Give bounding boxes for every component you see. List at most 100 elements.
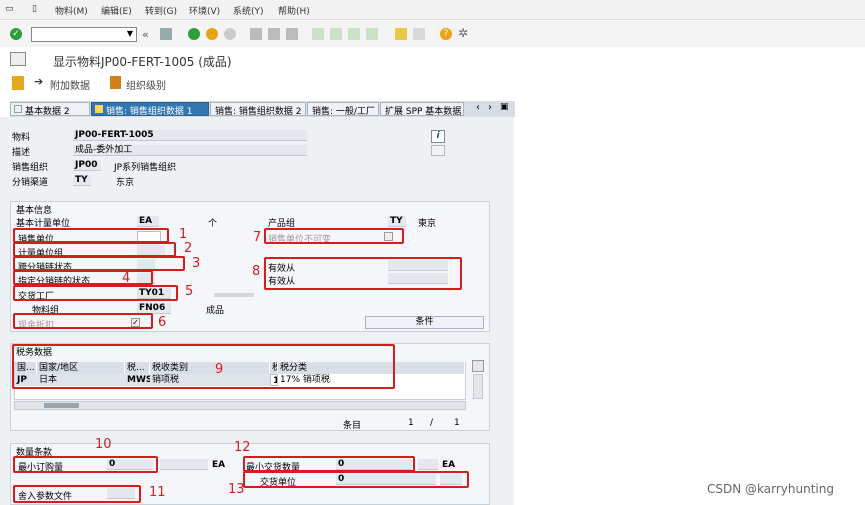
product-div-text: 東京 [418,219,437,229]
display-change-icon[interactable] [12,76,24,90]
annotation-box-11 [13,485,141,503]
gear-icon[interactable]: ✲ [458,27,470,40]
find-next-icon[interactable] [286,28,298,40]
annotation-num-7: 7 [253,230,262,245]
material-label: 物料 [12,133,31,143]
annotation-num-3: 3 [192,256,201,271]
menu-edit[interactable]: 编辑(E) [101,4,132,17]
standard-toolbar: ✓ ▼ « ? ✲ [0,21,865,47]
dist-channel-text: 东京 [116,178,135,188]
product-div-field[interactable]: TY [388,216,406,227]
menu-doc-icon[interactable]: ▯ [32,4,37,14]
org-levels-button[interactable]: 组织级别 [126,77,166,92]
entry-total: 1 [454,418,460,428]
min-order-unit-box [160,459,208,470]
dist-channel-label: 分销渠道 [12,178,49,188]
annotation-box-10 [13,456,158,473]
info-icon[interactable]: i [431,130,445,143]
tab-scroll-right-icon[interactable]: › [488,102,492,113]
last-page-icon[interactable] [366,28,378,40]
org-levels-icon [110,76,121,89]
min-delivery-unit: EA [442,460,456,470]
tab-status-icon [14,105,22,113]
sales-org-field[interactable]: JP00 [73,160,101,171]
material-field[interactable]: JP00-FERT-1005 [73,130,307,141]
exit-icon[interactable] [206,28,218,40]
annotation-num-10: 10 [95,437,112,452]
binoculars-icon[interactable] [431,145,445,156]
tab-basic-data-2[interactable]: 基本数据 2 [10,102,90,116]
annotation-box-4 [13,270,153,285]
watermark: CSDN @karryhunting [707,482,834,496]
dist-channel-field[interactable]: TY [73,175,91,186]
annotation-box-1 [13,228,169,243]
description-field[interactable]: 成品-委外加工 [73,145,307,156]
annotation-num-4: 4 [122,271,131,286]
tab-sales-general-plant[interactable]: 销售: 一般/工厂 [307,102,379,116]
entry-label: 条目 [343,421,362,431]
cancel-icon[interactable] [224,28,236,40]
screen-icon[interactable] [10,52,26,66]
annotation-box-5 [13,285,178,301]
help-icon[interactable]: ? [440,28,452,40]
find-icon[interactable] [268,28,280,40]
annotation-num-13: 13 [228,482,245,497]
annotation-box-7 [264,228,404,244]
entry-current: 1 [408,418,414,428]
command-field[interactable]: ▼ [31,27,137,42]
annotation-num-5: 5 [185,284,194,299]
title-bar: 显示物料JP00-FERT-1005 (成品) [0,47,865,72]
basic-info-title: 基本信息 [16,206,53,216]
extra-data-button[interactable]: 附加数据 [50,77,90,92]
annotation-num-9: 9 [215,362,224,377]
base-uom-text: 个 [208,219,218,229]
sales-org-label: 销售组织 [12,163,49,173]
chevron-down-icon[interactable]: ▼ [127,29,133,38]
prev-page-icon[interactable] [330,28,342,40]
tab-list-icon[interactable]: ▣ [500,102,509,112]
menu-help[interactable]: 帮助(H) [278,4,310,17]
annotation-box-3 [13,256,185,271]
tax-scroll-thumb[interactable] [44,403,79,408]
annotation-box-12 [243,456,415,472]
tax-vertical-scrollbar[interactable] [473,374,483,399]
collapse-icon[interactable]: « [142,28,154,41]
tab-status-icon [95,105,103,113]
enter-icon[interactable]: ✓ [10,28,22,40]
print-icon[interactable] [250,28,262,40]
menu-icon[interactable]: ▭ [5,4,14,14]
sap-window: ▭ ▯ 物料(M) 编辑(E) 转到(G) 环境(V) 系统(Y) 帮助(H) … [0,0,865,505]
table-settings-icon[interactable] [472,360,484,372]
first-page-icon[interactable] [312,28,324,40]
tab-strip: 基本数据 2 销售: 销售组织数据 1 销售: 销售组织数据 2 销售: 一般/… [10,101,515,117]
menu-environment[interactable]: 环境(V) [189,4,220,17]
annotation-num-12: 12 [234,440,251,455]
shortcut-icon[interactable] [413,28,425,40]
back-icon[interactable] [188,28,200,40]
menu-goto[interactable]: 转到(G) [145,4,177,17]
description-label: 描述 [12,148,31,158]
tab-scroll-left-icon[interactable]: ‹ [476,102,480,113]
annotation-box-8 [264,257,462,290]
min-order-unit: EA [212,460,226,470]
min-delivery-unit-box [418,459,438,470]
tab-sales-org-2[interactable]: 销售: 销售组织数据 2 [210,102,306,116]
annotation-num-2: 2 [184,241,193,256]
tab-sales-org-1[interactable]: 销售: 销售组织数据 1 [91,102,209,116]
new-session-icon[interactable] [395,28,407,40]
annotation-num-11: 11 [149,485,166,500]
tab-spp-basic[interactable]: 扩展 SPP 基本数据 [380,102,464,116]
menu-material[interactable]: 物料(M) [55,4,88,17]
base-uom-field[interactable]: EA [137,216,159,227]
entry-separator: / [430,418,434,428]
annotation-box-2 [13,242,176,257]
material-group-text: 成品 [206,306,225,316]
next-page-icon[interactable] [348,28,360,40]
menu-bar: ▭ ▯ 物料(M) 编辑(E) 转到(G) 环境(V) 系统(Y) 帮助(H) [0,0,865,20]
conditions-button[interactable]: 条件 [365,316,484,329]
save-icon[interactable] [160,28,172,40]
tax-horizontal-scrollbar[interactable] [14,401,466,410]
annotation-box-9 [12,344,395,389]
annotation-box-6 [13,313,153,329]
menu-system[interactable]: 系统(Y) [233,4,264,17]
